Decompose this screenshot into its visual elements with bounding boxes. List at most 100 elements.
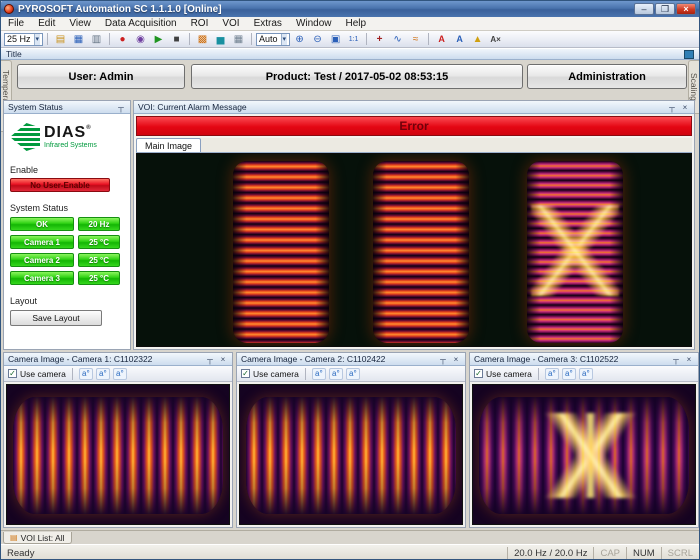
use-camera-checkbox[interactable]: ✓ Use camera [474, 369, 532, 379]
system-status-label: System Status [10, 203, 124, 213]
thermal-coil-camera1 [13, 397, 223, 514]
status-ok-indicator: OK [10, 217, 74, 231]
min-max-icon[interactable]: a° [562, 368, 576, 380]
dias-logo-subtitle: Infrared Systems [44, 142, 97, 149]
status-num: NUM [626, 547, 661, 560]
camera2-image-canvas[interactable] [239, 384, 463, 525]
minimize-button[interactable]: – [634, 3, 654, 15]
app-window: PYROSOFT Automation SC 1.1.1.0 [Online] … [0, 0, 700, 560]
camera1-image-canvas[interactable] [6, 384, 230, 525]
isotherm-icon[interactable]: ≈ [407, 32, 424, 46]
toolbar-separator [189, 33, 190, 45]
system-status-panel-title: System Status [8, 102, 63, 112]
pin-icon[interactable]: ┬ [116, 103, 126, 112]
close-icon[interactable]: × [684, 355, 694, 364]
close-button[interactable]: × [676, 3, 696, 15]
close-icon[interactable]: × [218, 355, 228, 364]
administration-button[interactable]: Administration [527, 64, 687, 89]
pin-icon[interactable]: ┬ [667, 103, 677, 112]
temp-label-icon[interactable]: a° [312, 368, 326, 380]
voi-list-label: VOI List: All [21, 533, 65, 543]
pin-icon[interactable]: ┬ [671, 355, 681, 364]
zoom-fit-icon[interactable]: ▣ [327, 32, 344, 46]
menu-edit[interactable]: Edit [31, 17, 62, 30]
camera3-toolbar: ✓ Use camera a° a° a° [470, 366, 698, 382]
stop-icon[interactable]: ■ [168, 32, 185, 46]
status-camera2-indicator: Camera 2 [10, 253, 74, 267]
no-user-enable-button[interactable]: No User-Enable [10, 178, 110, 192]
autoscale-icon[interactable]: a° [579, 368, 593, 380]
toolbar-separator [109, 33, 110, 45]
pin-icon[interactable]: ┬ [438, 355, 448, 364]
camera3-image-canvas[interactable] [472, 384, 696, 525]
menu-data-acquisition[interactable]: Data Acquisition [98, 17, 184, 30]
status-ready: Ready [1, 548, 40, 559]
save-layout-button[interactable]: Save Layout [10, 310, 102, 326]
zoom-100-icon[interactable]: 1:1 [345, 32, 362, 46]
camera2-toolbar: ✓ Use camera a° a° a° [237, 366, 465, 382]
menu-help[interactable]: Help [339, 17, 374, 30]
temp-label-icon[interactable]: a° [545, 368, 559, 380]
zoom-combo[interactable]: Auto ▾ [256, 33, 290, 46]
tab-main-image[interactable]: Main Image [136, 138, 201, 152]
status-frequency-indicator: 20 Hz [78, 217, 120, 231]
dock-icon[interactable] [684, 50, 694, 59]
frequency-combo[interactable]: 25 Hz ▾ [4, 33, 43, 46]
close-icon[interactable]: × [451, 355, 461, 364]
window-title: PYROSOFT Automation SC 1.1.1.0 [Online] [18, 4, 222, 15]
user-button[interactable]: User: Admin [17, 64, 185, 89]
maximize-button[interactable]: ❒ [655, 3, 675, 15]
menu-roi[interactable]: ROI [184, 17, 216, 30]
close-icon[interactable]: × [680, 103, 690, 112]
status-camera3-indicator: Camera 3 [10, 271, 74, 285]
snapshot-icon[interactable]: ◉ [132, 32, 149, 46]
crosshair-icon[interactable]: + [371, 32, 388, 46]
menu-window[interactable]: Window [289, 17, 339, 30]
alarm-icon[interactable]: ▲ [469, 32, 486, 46]
menubar: File Edit View Data Acquisition ROI VOI … [1, 17, 699, 31]
pin-icon[interactable]: ┬ [205, 355, 215, 364]
text-blue-icon[interactable]: A [451, 32, 468, 46]
grid-icon[interactable]: ▦ [230, 32, 247, 46]
tab-voi-list[interactable]: ▤ VOI List: All [3, 532, 72, 544]
use-camera-checkbox[interactable]: ✓ Use camera [241, 369, 299, 379]
thermal-coil-camera2 [246, 397, 456, 514]
product-button[interactable]: Product: Test / 2017-05-02 08:53:15 [191, 64, 523, 89]
record-icon[interactable]: ● [114, 32, 131, 46]
main-image-canvas[interactable] [136, 153, 692, 347]
thermal-coil-3 [527, 161, 623, 343]
status-camera1-indicator: Camera 1 [10, 235, 74, 249]
temp-label-icon[interactable]: a° [79, 368, 93, 380]
profile-icon[interactable]: ∿ [389, 32, 406, 46]
window-controls: – ❒ × [634, 3, 696, 15]
toolbar-separator [251, 33, 252, 45]
print-icon[interactable]: ▥ [88, 32, 105, 46]
use-camera-label: Use camera [253, 369, 299, 379]
autoscale-icon[interactable]: a° [113, 368, 127, 380]
camera-panel-1: Camera Image - Camera 1: C1102322 ┬ × ✓ … [3, 352, 233, 528]
zoom-out-icon[interactable]: ⊖ [309, 32, 326, 46]
autoscale-icon[interactable]: a° [346, 368, 360, 380]
save-icon[interactable]: ▦ [70, 32, 87, 46]
camera1-panel-title: Camera Image - Camera 1: C1102322 [8, 354, 152, 364]
palette-icon[interactable]: ▩ [194, 32, 211, 46]
zoom-in-icon[interactable]: ⊕ [291, 32, 308, 46]
min-max-icon[interactable]: a° [96, 368, 110, 380]
menu-file[interactable]: File [1, 17, 31, 30]
use-camera-label: Use camera [486, 369, 532, 379]
text-red-icon[interactable]: A [433, 32, 450, 46]
voi-panel-header: VOI: Current Alarm Message ┬ × [134, 101, 694, 114]
open-icon[interactable]: ▤ [52, 32, 69, 46]
dias-logo-text: DIAS® [44, 125, 97, 141]
min-max-icon[interactable]: a° [329, 368, 343, 380]
menu-extras[interactable]: Extras [247, 17, 289, 30]
use-camera-checkbox[interactable]: ✓ Use camera [8, 369, 66, 379]
menu-voi[interactable]: VOI [215, 17, 246, 30]
camera1-toolbar: ✓ Use camera a° a° a° [4, 366, 232, 382]
annotation-off-icon[interactable]: A× [487, 32, 504, 46]
status-camera1-temp: 25 °C [78, 235, 120, 249]
status-scrl: SCRL [661, 547, 699, 560]
histogram-icon[interactable]: ▅ [212, 32, 229, 46]
play-icon[interactable]: ▶ [150, 32, 167, 46]
menu-view[interactable]: View [62, 17, 98, 30]
